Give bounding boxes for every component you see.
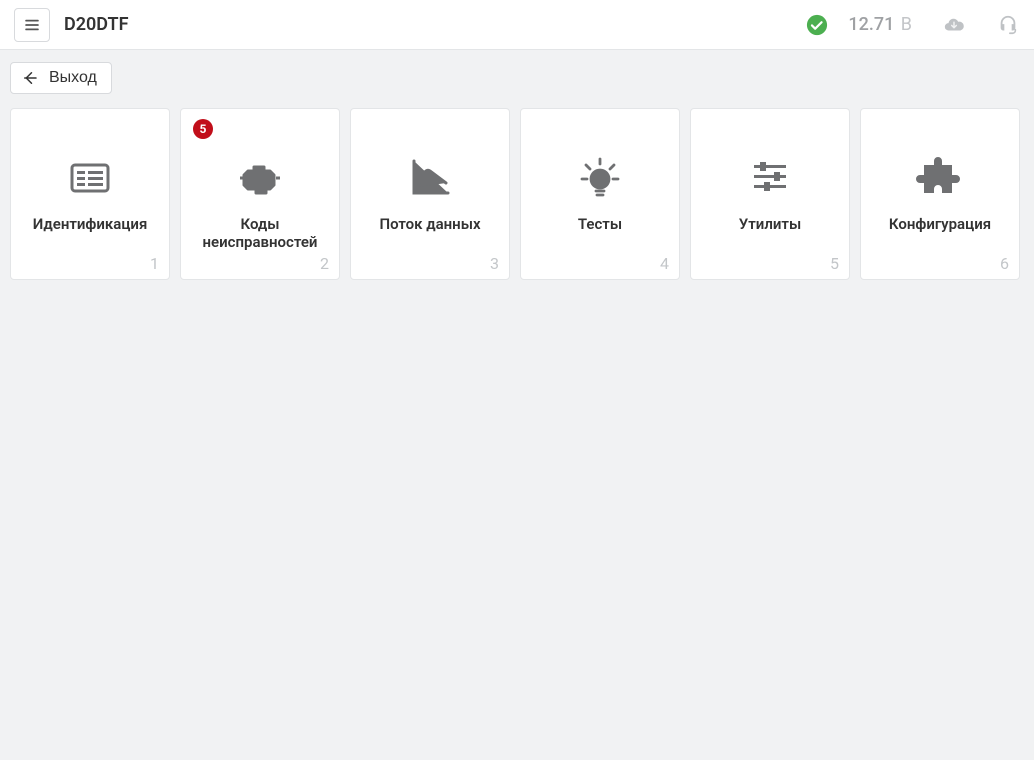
menu-button[interactable] — [14, 8, 50, 42]
card-grid: Идентификация 1 5 Коды неисправностей 2 … — [10, 108, 1024, 280]
card-identification[interactable]: Идентификация 1 — [10, 108, 170, 280]
voltage-unit: В — [901, 14, 912, 35]
card-label: Конфигурация — [885, 215, 995, 233]
card-label: Утилиты — [735, 215, 805, 233]
puzzle-icon — [916, 149, 964, 205]
status-ok-icon — [806, 14, 828, 36]
card-index: 5 — [830, 254, 839, 273]
cloud-download-icon — [943, 14, 965, 36]
topbar: D20DTF 12.71 В — [0, 0, 1034, 50]
card-label: Поток данных — [375, 215, 484, 233]
identification-icon — [66, 149, 114, 205]
card-index: 2 — [320, 254, 329, 273]
sliders-icon — [746, 149, 794, 205]
hamburger-icon — [23, 16, 41, 34]
engine-icon — [236, 149, 284, 205]
card-configuration[interactable]: Конфигурация 6 — [860, 108, 1020, 280]
card-utilities[interactable]: Утилиты 5 — [690, 108, 850, 280]
card-label: Тесты — [574, 215, 626, 233]
page-title: D20DTF — [64, 14, 128, 35]
chart-line-icon — [406, 149, 454, 205]
card-index: 3 — [490, 254, 499, 273]
support-button[interactable] — [996, 13, 1020, 37]
exit-label: Выход — [49, 69, 97, 87]
card-fault-codes[interactable]: 5 Коды неисправностей 2 — [180, 108, 340, 280]
cloud-button[interactable] — [942, 13, 966, 37]
arrow-left-icon — [21, 69, 39, 87]
card-label: Идентификация — [29, 215, 152, 233]
headset-icon — [997, 14, 1019, 36]
fault-count-badge: 5 — [193, 119, 213, 139]
card-index: 4 — [660, 254, 669, 273]
card-label: Коды неисправностей — [181, 215, 339, 251]
content-area: Выход Идентификация 1 5 Коды неисправнос… — [0, 50, 1034, 292]
card-index: 6 — [1000, 254, 1009, 273]
card-index: 1 — [150, 254, 159, 273]
card-data-stream[interactable]: Поток данных 3 — [350, 108, 510, 280]
voltage-value: 12.71 — [848, 14, 894, 35]
lightbulb-icon — [576, 149, 624, 205]
card-tests[interactable]: Тесты 4 — [520, 108, 680, 280]
exit-button[interactable]: Выход — [10, 62, 112, 94]
voltage-display: 12.71 В — [848, 14, 912, 35]
